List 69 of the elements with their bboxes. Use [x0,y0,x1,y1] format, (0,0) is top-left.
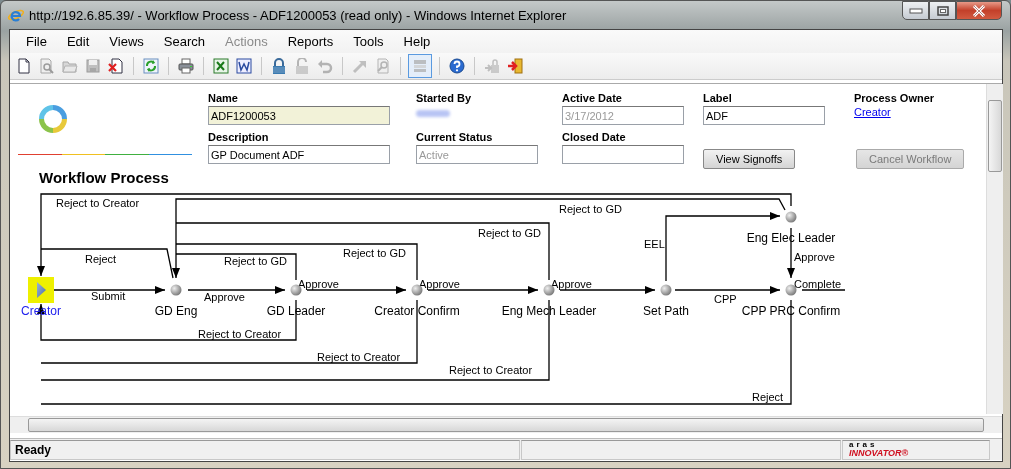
edge-label: Reject to GD [343,247,406,259]
edge-label: Approve [204,291,245,303]
form-button[interactable]: View Signoffs [703,149,796,169]
edge-label: Reject to Creator [449,364,533,376]
minimize-button[interactable] [902,1,929,20]
field-label: Name [208,92,238,105]
node-label: Set Path [643,304,689,318]
circular-arrows-icon [36,102,70,136]
edge-label: Submit [91,290,126,302]
menu-item[interactable]: Help [393,34,441,49]
menu-item[interactable]: Reports [277,34,344,49]
close-icon [972,4,986,17]
company-logo: aras INNOVATOR® [842,440,990,460]
menu-item[interactable]: Views [99,34,154,49]
field-label: Label [703,92,732,105]
menu-item[interactable]: Search [153,34,215,49]
edge-label: Approve [298,278,339,290]
edge-label: Reject to GD [559,203,622,215]
edge-label: Reject to Creator [317,351,401,363]
edge-label: Reject [752,391,784,403]
activity-node[interactable] [170,284,182,296]
activity-node[interactable] [660,284,672,296]
spreadsheet-icon[interactable] [211,56,231,76]
field-label: Current Status [416,131,493,144]
page-title: Workflow Process [39,169,170,186]
edge-label: Reject to GD [224,255,287,267]
window-title: http://192.6.85.39/ - Workflow Process - ADF1200053 (read only) - Windows Internet Explorer [29,7,568,23]
input-field[interactable] [562,145,684,164]
edge-label: Reject to GD [478,227,541,239]
edge-label: Approve [551,278,592,290]
owner-link[interactable]: Creator [854,106,891,118]
field-label: Active Date [562,92,622,105]
edge-label: Complete [794,278,842,290]
menu-item[interactable]: Edit [56,34,100,49]
edge-label: Approve [794,251,835,263]
edge-label: Reject to Creator [56,197,140,209]
edge-label: Reject to Creator [198,328,282,340]
blurred-text [416,110,450,117]
help-icon[interactable] [447,56,467,76]
status-text: Ready [10,440,520,460]
horizontal-scrollbar[interactable] [10,416,1002,433]
maximize-icon [936,5,949,16]
maximize-button[interactable] [929,1,956,20]
edge-label: CPP [714,293,737,305]
menu-item[interactable]: Tools [343,34,394,49]
edge-label: Approve [419,278,460,290]
edge-label: Reject [85,253,117,265]
exit-door-icon[interactable] [505,56,525,76]
minimize-icon [908,7,923,14]
node-label: Creator Confirm [374,304,460,318]
vertical-scrollbar[interactable] [986,84,1003,414]
printer-icon[interactable] [176,56,196,76]
input-field[interactable]: ADF [703,106,825,125]
close-button[interactable] [956,1,1002,20]
connector-line [801,289,846,291]
delete-document-icon[interactable] [106,56,126,76]
input-field[interactable]: ADF1200053 [208,106,390,125]
start-node[interactable] [28,277,54,303]
node-label: GD Eng [154,304,198,318]
document-icon[interactable] [234,56,254,76]
field-label: Process Owner [854,92,935,105]
edge-label: EEL [644,238,665,250]
field-label: Description [208,131,269,144]
activity-node[interactable] [785,211,797,223]
field-label: Started By [416,92,472,105]
input-field[interactable]: GP Document ADF [208,145,390,164]
refresh-icon[interactable] [141,56,161,76]
menu-item[interactable]: File [16,34,57,49]
field-label: Closed Date [562,131,626,144]
